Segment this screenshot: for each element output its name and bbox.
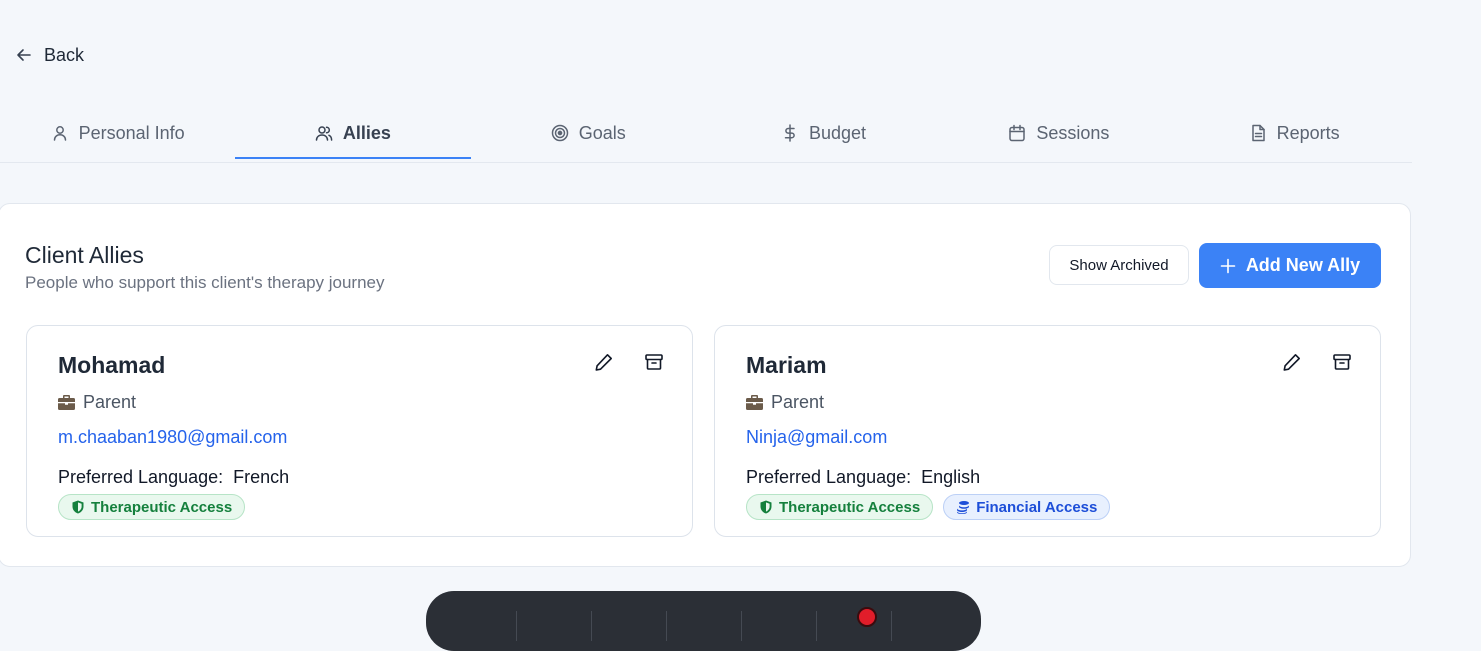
tab-bar: Personal Info Allies Goals Budget Sessio… — [0, 108, 1412, 163]
add-new-ally-button[interactable]: Add New Ally — [1199, 243, 1381, 288]
user-icon — [53, 126, 66, 141]
toolbar-divider — [741, 611, 742, 641]
archive-icon — [1333, 354, 1351, 370]
preferred-language-label: Preferred Language: — [746, 467, 912, 487]
add-new-ally-label: Add New Ally — [1245, 255, 1361, 275]
show-archived-label: Show Archived — [1069, 256, 1169, 274]
tab-goals[interactable]: Goals — [471, 108, 706, 163]
tab-label: Sessions — [1036, 123, 1110, 143]
tab-sessions[interactable]: Sessions — [941, 108, 1176, 163]
tab-label: Reports — [1276, 123, 1340, 143]
therapeutic-access-badge: Therapeutic Access — [746, 494, 934, 520]
ally-email-link[interactable]: m.chaaban1980@gmail.com — [58, 427, 287, 448]
shield-icon — [72, 500, 84, 514]
preferred-language: Preferred Language: English — [746, 467, 980, 488]
coins-icon — [957, 501, 970, 514]
ally-name: Mohamad — [58, 352, 166, 378]
panel-subtitle: People who support this client's therapy… — [25, 273, 385, 292]
tab-label: Goals — [578, 123, 626, 143]
ally-name: Mariam — [746, 352, 827, 378]
archive-button[interactable] — [1332, 352, 1352, 372]
toolbar-divider — [666, 611, 667, 641]
pencil-icon — [595, 354, 612, 371]
ally-role-label: Parent — [83, 392, 137, 412]
access-badges: Therapeutic Access Financial Access — [746, 494, 1111, 520]
card-actions — [594, 352, 664, 372]
toolbar-divider — [516, 611, 517, 641]
tab-label: Allies — [342, 123, 391, 143]
tab-label: Personal Info — [78, 123, 185, 143]
target-icon — [551, 124, 568, 142]
arrow-left-icon — [17, 49, 31, 61]
preferred-language: Preferred Language: French — [58, 467, 289, 488]
briefcase-icon — [746, 395, 763, 410]
toolbar-divider — [816, 611, 817, 641]
pencil-icon — [1283, 354, 1300, 371]
tab-personal-info[interactable]: Personal Info — [0, 108, 235, 163]
preferred-language-label: Preferred Language: — [58, 467, 224, 487]
tab-reports[interactable]: Reports — [1176, 108, 1411, 163]
tab-label: Budget — [809, 123, 867, 143]
calendar-icon — [1009, 124, 1026, 142]
toolbar-divider — [591, 611, 592, 641]
preferred-language-value: French — [233, 467, 290, 487]
record-indicator-icon[interactable] — [857, 607, 877, 627]
card-actions — [1282, 352, 1352, 372]
financial-access-badge: Financial Access — [943, 494, 1111, 520]
back-button[interactable]: Back — [16, 43, 84, 67]
back-label: Back — [44, 44, 85, 65]
preferred-language-value: English — [921, 467, 981, 487]
shield-icon — [760, 500, 772, 514]
therapeutic-access-badge: Therapeutic Access — [58, 494, 246, 520]
document-icon — [1251, 124, 1265, 142]
access-badges: Therapeutic Access — [58, 494, 246, 520]
ally-card: Mohamad Parent m.chaaban1980@gmail.com P… — [26, 325, 693, 537]
briefcase-icon — [58, 395, 75, 410]
ally-role-label: Parent — [771, 392, 825, 412]
client-allies-panel: Client Allies People who support this cl… — [0, 203, 1411, 567]
ally-card: Mariam Parent Ninja@gmail.com Preferred … — [714, 325, 1381, 537]
ally-email-link[interactable]: Ninja@gmail.com — [746, 427, 887, 448]
archive-icon — [645, 354, 663, 370]
badge-label: Therapeutic Access — [91, 498, 233, 516]
users-icon — [315, 126, 333, 141]
floating-toolbar[interactable] — [426, 591, 981, 651]
edit-button[interactable] — [1282, 352, 1302, 372]
badge-label: Financial Access — [976, 498, 1098, 516]
ally-role: Parent — [58, 392, 136, 413]
toolbar-divider — [891, 611, 892, 641]
panel-title: Client Allies — [25, 242, 144, 268]
dollar-icon — [784, 124, 795, 142]
tab-budget[interactable]: Budget — [706, 108, 941, 163]
ally-role: Parent — [746, 392, 824, 413]
tab-allies[interactable]: Allies — [235, 108, 471, 163]
plus-icon — [1220, 258, 1236, 273]
show-archived-button[interactable]: Show Archived — [1049, 245, 1189, 285]
edit-button[interactable] — [594, 352, 614, 372]
badge-label: Therapeutic Access — [779, 498, 921, 516]
archive-button[interactable] — [644, 352, 664, 372]
